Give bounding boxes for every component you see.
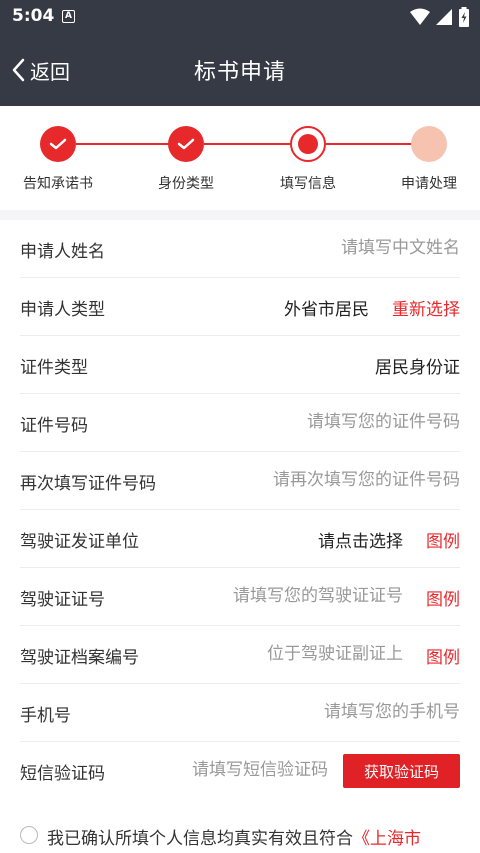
sms-code-label: 短信验证码 [20, 764, 105, 784]
battery-icon [459, 6, 469, 27]
applicant-name-input[interactable] [160, 232, 460, 264]
regulation-link[interactable]: 《上海市 [353, 829, 421, 849]
id-number-confirm-label: 再次填写证件号码 [20, 474, 156, 494]
license-number-example-link[interactable]: 图例 [426, 585, 460, 610]
id-number-row: 证件号码 [20, 394, 460, 452]
consent-radio[interactable] [20, 826, 38, 844]
applicant-type-label: 申请人类型 [20, 300, 105, 320]
check-icon [49, 138, 67, 150]
id-number-confirm-row: 再次填写证件号码 [20, 452, 460, 510]
step-done-2 [168, 126, 204, 162]
step-connector [204, 143, 290, 145]
step-label: 申请处理 [401, 176, 457, 192]
consent-row: 我已确认所填个人信息均真实有效且符合《上海市 [20, 824, 480, 849]
phone-row: 手机号 [20, 684, 460, 742]
license-number-label: 驾驶证证号 [20, 590, 105, 610]
id-type-row: 证件类型 居民身份证 [20, 336, 460, 394]
reselect-link[interactable]: 重新选择 [392, 295, 460, 320]
id-number-label: 证件号码 [20, 416, 88, 436]
phone-label: 手机号 [20, 706, 71, 726]
id-type-label: 证件类型 [20, 358, 88, 378]
consent-text: 我已确认所填个人信息均真实有效且符合《上海市 [47, 824, 421, 849]
applicant-name-label: 申请人姓名 [20, 242, 105, 262]
id-type-value: 居民身份证 [375, 358, 460, 378]
applicant-type-value: 外省市居民 [284, 300, 369, 320]
nav-bar: 返回 标书申请 [0, 40, 480, 100]
current-dot [298, 134, 318, 154]
step-todo [411, 126, 447, 162]
step-connector [76, 143, 170, 145]
header: 5:04 A 返回 标书申请 [0, 0, 480, 106]
sms-code-input[interactable] [148, 754, 328, 786]
progress-steps: 告知承诺书 身份类型 填写信息 申请处理 [0, 106, 480, 210]
license-issuer-example-link[interactable]: 图例 [426, 527, 460, 552]
step-label: 身份类型 [158, 176, 214, 192]
license-issuer-row: 驾驶证发证单位 请点击选择 图例 [20, 510, 460, 568]
status-icons [409, 6, 470, 27]
sms-code-row: 短信验证码 获取验证码 [20, 742, 460, 800]
step-connector [326, 143, 412, 145]
step-current [290, 126, 326, 162]
license-issuer-label: 驾驶证发证单位 [20, 532, 139, 552]
status-bar: 5:04 A [0, 0, 480, 32]
license-number-input[interactable] [163, 580, 403, 612]
license-file-number-input[interactable] [183, 638, 403, 670]
id-number-confirm-input[interactable] [160, 464, 460, 496]
step-done-1 [40, 126, 76, 162]
phone-input[interactable] [160, 696, 460, 728]
check-icon [177, 138, 195, 150]
applicant-type-row: 申请人类型 外省市居民 重新选择 [20, 278, 460, 336]
notification-badge: A [62, 10, 75, 23]
page-title: 标书申请 [193, 60, 286, 85]
license-file-number-label: 驾驶证档案编号 [20, 648, 139, 668]
section-divider [0, 210, 480, 220]
license-number-row: 驾驶证证号 图例 [20, 568, 460, 626]
license-issuer-select[interactable]: 请点击选择 [318, 527, 403, 552]
id-number-input[interactable] [160, 406, 460, 438]
step-label: 填写信息 [280, 176, 336, 192]
get-sms-code-button[interactable]: 获取验证码 [343, 754, 460, 788]
signal-icon [435, 8, 452, 25]
license-file-number-example-link[interactable]: 图例 [426, 643, 460, 668]
consent-statement: 我已确认所填个人信息均真实有效且符合 [47, 829, 353, 849]
license-file-number-row: 驾驶证档案编号 图例 [20, 626, 460, 684]
step-label: 告知承诺书 [23, 176, 93, 192]
status-time: 5:04 [12, 6, 55, 26]
applicant-name-row: 申请人姓名 [20, 220, 460, 278]
wifi-icon [409, 8, 430, 25]
